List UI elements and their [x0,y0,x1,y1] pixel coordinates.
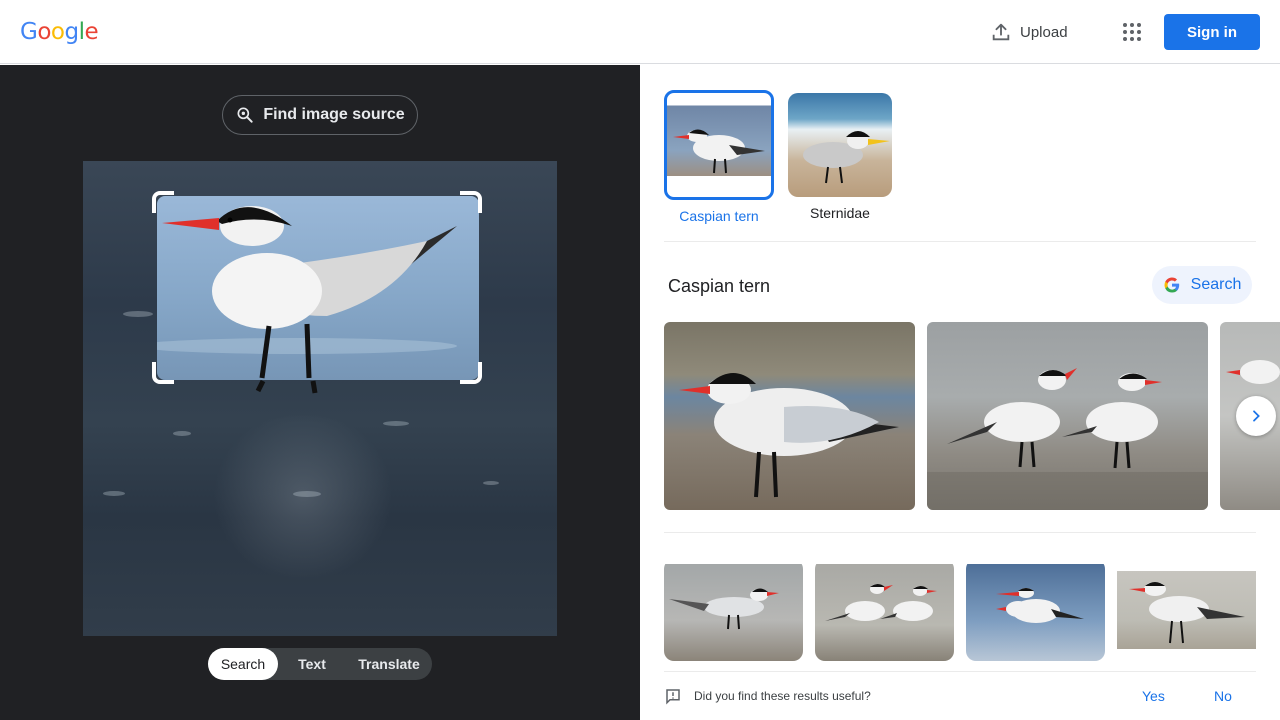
result-thumbnail[interactable] [966,559,1105,661]
chip-label: Caspian tern [679,208,759,224]
logo-letter: e [84,19,99,45]
feedback-question: Did you find these results useful? [694,689,871,703]
upload-icon [992,23,1010,41]
upload-button[interactable]: Upload [990,18,1068,46]
find-image-source-label: Find image source [263,106,405,123]
results-panel: Caspian tern Sternidae Caspian tern Sear… [640,65,1280,720]
crop-handle-bottom-left[interactable] [152,362,174,384]
uploaded-photo [83,161,557,636]
feedback-icon [666,689,680,705]
result-thumbnail[interactable] [815,559,954,661]
crop-handle-top-left[interactable] [152,191,174,213]
find-image-source-button[interactable]: Find image source [222,95,418,135]
chevron-right-icon [1253,410,1260,422]
logo-letter: g [64,19,79,45]
divider [664,671,1256,672]
chip-sternidae[interactable]: Sternidae [788,90,892,224]
google-g-icon [1164,277,1179,293]
chip-thumbnail [664,90,774,200]
result-thumbnail[interactable] [1117,559,1256,661]
result-thumbnail[interactable] [664,559,803,661]
google-logo[interactable]: Google [20,19,99,45]
image-preview-panel: Find image source Search Text Translate [0,65,640,720]
top-bar: Google Upload Sign in [0,0,1280,64]
tab-text[interactable]: Text [278,648,346,680]
results-carousel [664,322,1280,510]
divider [664,532,1256,533]
upload-label: Upload [1020,23,1068,41]
crop-selection[interactable] [157,196,479,380]
tab-translate[interactable]: Translate [346,648,432,680]
lens-search-icon [237,107,253,123]
logo-letter: o [50,19,65,45]
section-title: Caspian tern [668,276,771,296]
crop-handle-bottom-right[interactable] [460,362,482,384]
crop-handle-top-right[interactable] [460,191,482,213]
chip-caspian-tern[interactable]: Caspian tern [664,90,774,224]
feedback-yes-button[interactable]: Yes [1142,688,1165,704]
mode-switcher: Search Text Translate [208,648,432,680]
chip-thumbnail [788,93,892,197]
google-search-button[interactable]: Search [1152,266,1252,304]
results-grid [664,559,1256,661]
result-image[interactable] [664,322,915,510]
logo-letter: o [37,19,51,45]
carousel-next-button[interactable] [1236,396,1276,436]
divider [664,241,1256,242]
search-button-label: Search [1190,276,1242,293]
feedback-no-button[interactable]: No [1214,688,1232,704]
tab-search[interactable]: Search [208,648,278,680]
chip-label: Sternidae [810,205,870,221]
entity-chips: Caspian tern Sternidae [664,90,892,224]
apps-grid-icon[interactable] [1120,20,1144,44]
sign-in-button[interactable]: Sign in [1164,14,1260,50]
result-image[interactable] [927,322,1208,510]
feedback-bar: Did you find these results useful? Yes N… [664,678,1256,714]
logo-letter: G [20,19,38,45]
